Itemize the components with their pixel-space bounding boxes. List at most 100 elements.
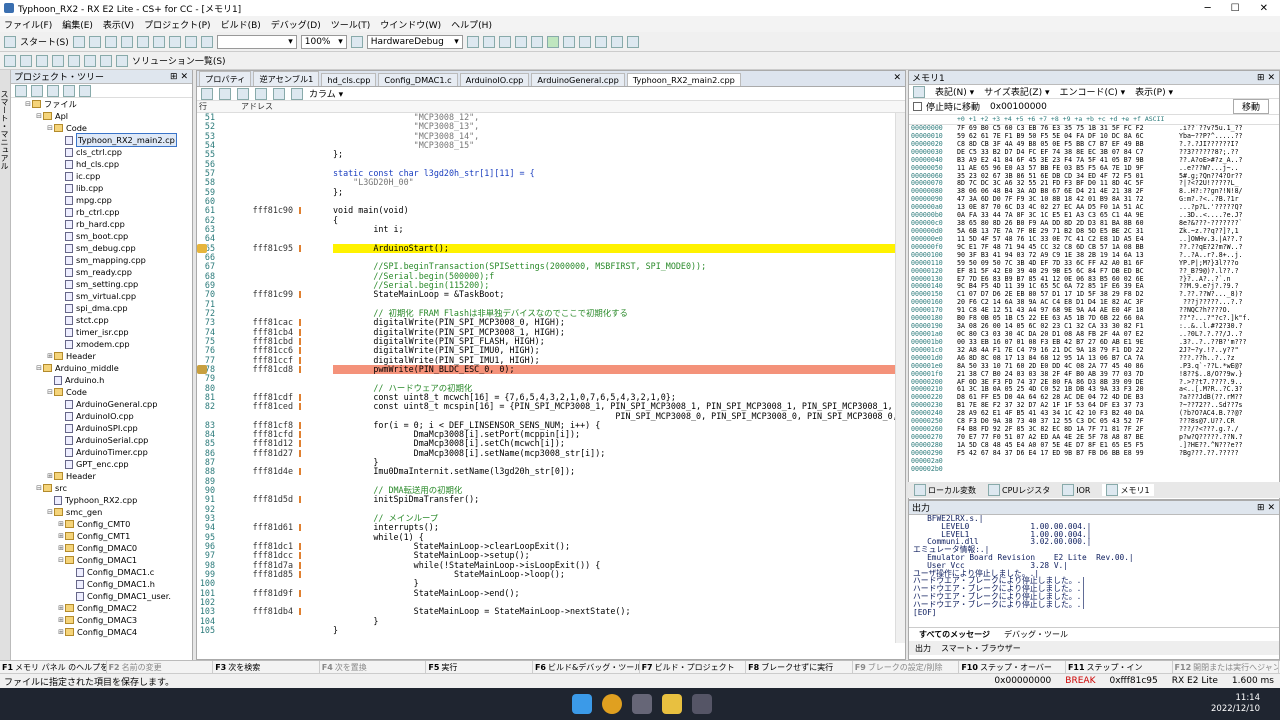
output-bottom-tab[interactable]: スマート・ブラウザー	[941, 643, 1021, 654]
debug-tool-select[interactable]: HardwareDebug ▾	[366, 34, 463, 49]
expander-icon[interactable]: ⊟	[35, 362, 43, 374]
pc-gutter[interactable]	[307, 188, 333, 197]
bookmark-icon[interactable]	[4, 54, 16, 67]
pc-gutter[interactable]	[307, 402, 333, 411]
pc-gutter[interactable]	[307, 318, 333, 327]
line-marker[interactable]	[297, 272, 307, 281]
find-icon[interactable]	[184, 35, 197, 48]
memory-menu[interactable]: 表記(N) ▾	[935, 85, 974, 98]
close-icon[interactable]: ✕	[893, 73, 901, 83]
tree-file[interactable]: rb_ctrl.cpp	[11, 206, 192, 218]
tree-file[interactable]: ic.cpp	[11, 170, 192, 182]
cut-icon[interactable]	[104, 35, 117, 48]
tree-file[interactable]: Arduino.h	[11, 374, 192, 386]
line-marker[interactable]	[297, 178, 307, 187]
menu-item[interactable]: ウインドウ(W)	[380, 18, 441, 31]
tree-file[interactable]: Config_DMAC1.c	[11, 566, 192, 578]
tree-folder[interactable]: ⊞ Config_DMAC2	[11, 602, 192, 614]
tree-file[interactable]: sm_ready.cpp	[11, 266, 192, 278]
pc-gutter[interactable]	[307, 495, 333, 504]
indent-icon[interactable]	[52, 54, 64, 67]
pc-gutter[interactable]	[307, 607, 333, 616]
solution-icon[interactable]	[116, 54, 128, 67]
fkey-button[interactable]: F9 ブレークの設定/削除	[853, 661, 960, 673]
pc-gutter[interactable]	[307, 421, 333, 430]
stop-move-checkbox[interactable]	[913, 102, 922, 111]
run-no-break-icon[interactable]	[562, 35, 575, 48]
line-marker[interactable]	[297, 430, 307, 439]
tree-folder[interactable]: ⊟ Config_DMAC1	[11, 554, 192, 566]
pc-gutter[interactable]	[307, 169, 333, 178]
clock[interactable]: 11:14 2022/12/10	[1211, 693, 1260, 715]
debug-tab[interactable]: IOR	[1062, 484, 1090, 496]
line-marker[interactable]	[297, 197, 307, 206]
sort-icon[interactable]	[79, 84, 91, 97]
line-marker[interactable]	[297, 244, 307, 253]
reset-icon[interactable]	[578, 35, 591, 48]
back-icon[interactable]	[255, 87, 267, 100]
pc-gutter[interactable]	[307, 449, 333, 458]
fkey-button[interactable]: F1メモリ パネル のヘルプを開く	[0, 661, 107, 673]
line-marker[interactable]	[297, 169, 307, 178]
pc-gutter[interactable]	[307, 523, 333, 532]
address-input[interactable]: 0x00100000	[990, 102, 1180, 112]
pc-gutter[interactable]	[307, 561, 333, 570]
build-icon[interactable]	[466, 35, 479, 48]
outdent-icon[interactable]	[68, 54, 80, 67]
window-icon[interactable]	[84, 54, 96, 67]
line-marker[interactable]	[297, 356, 307, 365]
pc-gutter[interactable]	[307, 579, 333, 588]
line-marker[interactable]	[297, 216, 307, 225]
tree-file[interactable]: ArduinoSerial.cpp	[11, 434, 192, 446]
smart-manual-tab[interactable]: スマート・マニュアル	[0, 70, 11, 660]
line-marker[interactable]	[297, 262, 307, 271]
editor-tab[interactable]: 逆アセンブル1	[253, 71, 320, 86]
line-marker[interactable]	[297, 589, 307, 598]
pc-gutter[interactable]	[307, 122, 333, 131]
pc-gutter[interactable]	[307, 253, 333, 262]
fkey-button[interactable]: F5 実行	[426, 661, 533, 673]
column-button[interactable]: カラム ▾	[309, 87, 343, 100]
pc-gutter[interactable]	[307, 262, 333, 271]
line-marker[interactable]	[297, 206, 307, 215]
line-marker[interactable]	[297, 384, 307, 393]
fkey-button[interactable]: F6ビルド&デバッグ・ツールへ…	[533, 661, 640, 673]
stop-icon[interactable]	[530, 35, 543, 48]
arrow-right-icon[interactable]	[237, 87, 249, 100]
editor-scrollbar[interactable]	[895, 113, 905, 643]
tree-file[interactable]: timer_isr.cpp	[11, 326, 192, 338]
line-marker[interactable]	[297, 402, 307, 411]
line-marker[interactable]	[297, 439, 307, 448]
copy-icon[interactable]	[120, 35, 133, 48]
tree-file[interactable]: ArduinoSPI.cpp	[11, 422, 192, 434]
close-icon[interactable]: ⊞ ✕	[1257, 73, 1279, 83]
jump-icon[interactable]	[219, 87, 231, 100]
tree-file[interactable]: hd_cls.cpp	[11, 158, 192, 170]
line-marker[interactable]	[297, 505, 307, 514]
pc-gutter[interactable]	[307, 598, 333, 607]
tree-file[interactable]: cls_ctrl.cpp	[11, 146, 192, 158]
step-out-icon[interactable]	[626, 35, 639, 48]
memory-menu[interactable]: 表示(P) ▾	[1135, 85, 1173, 98]
expander-icon[interactable]: ⊞	[57, 614, 65, 626]
cs-plus-icon[interactable]	[692, 694, 712, 714]
line-marker[interactable]	[297, 300, 307, 309]
expander-icon[interactable]: ⊞	[46, 350, 54, 362]
pc-gutter[interactable]	[307, 225, 333, 234]
expander-icon[interactable]: ⊞	[57, 518, 65, 530]
line-marker[interactable]	[297, 523, 307, 532]
fkey-button[interactable]: F2 名前の変更	[107, 661, 214, 673]
fkey-button[interactable]: F8 ブレークせずに実行	[746, 661, 853, 673]
tree-file[interactable]: Typhoon_RX2_main2.cp	[11, 133, 192, 147]
pc-gutter[interactable]	[307, 486, 333, 495]
pc-gutter[interactable]	[307, 337, 333, 346]
tree-folder[interactable]: ⊞ Config_CMT1	[11, 530, 192, 542]
memory-option-icon[interactable]	[913, 85, 925, 98]
tree-file[interactable]: stct.cpp	[11, 314, 192, 326]
run-icon[interactable]	[546, 35, 559, 48]
pc-gutter[interactable]	[307, 206, 333, 215]
pc-gutter[interactable]	[307, 234, 333, 243]
move-button[interactable]: 移動	[1232, 99, 1269, 114]
line-marker[interactable]	[297, 467, 307, 476]
line-marker[interactable]	[297, 141, 307, 150]
